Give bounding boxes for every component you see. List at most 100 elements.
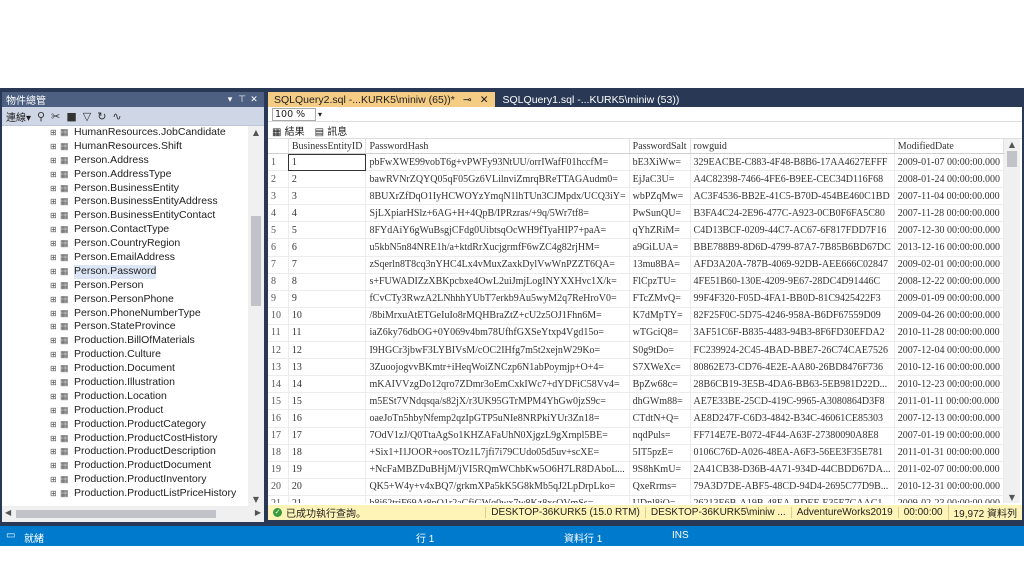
grid-cell[interactable]: +NcFaMBZDuBHjM/jVI5RQmWChbKw5O6H7LR8DAbo… — [365, 461, 630, 479]
pin-icon[interactable]: ⊤ — [236, 95, 248, 105]
expand-icon[interactable]: ⊞ — [50, 265, 60, 279]
expand-icon[interactable]: ⊞ — [50, 404, 60, 418]
disconnect-icon[interactable]: ✂ — [51, 110, 60, 123]
expand-icon[interactable]: ⊞ — [50, 459, 60, 473]
expand-icon[interactable]: ⊞ — [50, 376, 60, 390]
grid-cell[interactable]: 6 — [288, 238, 367, 257]
grid-cell[interactable]: oaeJoTn5hbyNfemp2qzIpGTP5uNIe8NRPkiYUr3Z… — [365, 409, 630, 428]
table-row[interactable]: 10 10/8biMrxuAtETGeIuIo8rMQHBraZtZ+cU2z5O… — [268, 307, 1004, 325]
grid-cell[interactable]: EjJaC3U= — [629, 170, 691, 189]
grid-cell[interactable]: 2007-12-30 00:00:00.000 — [894, 221, 1004, 240]
grid-cell[interactable]: CTdtN+Q= — [629, 409, 691, 428]
grid-cell[interactable]: 3AF51C6F-B835-4483-94B3-8F6FD30EFDA2 — [690, 324, 895, 343]
expand-icon[interactable]: ⊞ — [50, 195, 60, 209]
grid-cell[interactable]: 2007-11-28 00:00:00.000 — [894, 204, 1004, 223]
tree-item-table[interactable]: ⊞ ▦ Person.EmailAddress — [2, 251, 248, 265]
grid-cell[interactable]: 13mu8BA= — [629, 256, 691, 274]
pin-icon[interactable]: ⊸ — [463, 94, 472, 106]
activity-monitor-icon[interactable]: ∿ — [112, 110, 121, 123]
grid-cell[interactable]: 2009-04-26 00:00:00.000 — [894, 307, 1004, 325]
grid-cell[interactable]: UDnl8iQ= — [629, 495, 691, 503]
scroll-right-icon[interactable]: ▶ — [255, 508, 261, 517]
tree-item-table[interactable]: ⊞ ▦ Production.ProductDocument — [2, 459, 248, 473]
tab-results[interactable]: ▦ 結果 — [272, 123, 305, 138]
scroll-left-icon[interactable]: ◀ — [5, 508, 11, 517]
table-row[interactable]: 14 14 mKAIVVzgDo12qro7ZDmr3oEmCxkIWc7+dYDF… — [268, 375, 1004, 394]
grid-cell[interactable]: 2010-12-31 00:00:00.000 — [894, 478, 1004, 496]
grid-cell[interactable]: dhGWm88= — [629, 392, 691, 411]
grid-cell[interactable]: pbFwXWE99vobT6g+vPWFy93NtUU/orrIWafF01hc… — [365, 153, 630, 172]
close-icon[interactable]: ✕ — [248, 95, 260, 105]
grid-vertical-scrollbar[interactable]: ▲ ▼ — [1004, 139, 1020, 503]
tree-item-table[interactable]: ⊞ ▦ Person.StateProvince — [2, 320, 248, 334]
grid-cell[interactable]: 2007-01-19 00:00:00.000 — [894, 427, 1004, 445]
tree-item-table[interactable]: ⊞ ▦ Person.Address — [2, 154, 248, 168]
grid-cell[interactable]: S7XWeXc= — [629, 358, 691, 377]
expand-icon[interactable]: ⊞ — [50, 279, 60, 293]
grid-cell[interactable]: FlCpzTU= — [629, 273, 691, 291]
tree-item-table[interactable]: ⊞ ▦ Person.BusinessEntity — [2, 182, 248, 196]
grid-cell[interactable]: 8BUXrZfDqO1IyHCWOYzYmqN1lhTUn3CJMpdx/UCQ… — [365, 187, 630, 206]
column-header[interactable]: rowguid — [690, 139, 895, 154]
tree-item-table[interactable]: ⊞ ▦ Production.ProductListPriceHistory — [2, 487, 248, 501]
grid-cell[interactable]: 9S8hKmU= — [629, 461, 691, 479]
grid-cell[interactable]: 2009-01-07 00:00:00.000 — [894, 153, 1004, 172]
grid-cell[interactable]: QxeRrms= — [629, 478, 691, 496]
grid-cell[interactable]: fCvCTy3RwzA2LNhhhYUbT7erkb9Au5wyM2q7ReHr… — [365, 290, 630, 308]
expand-icon[interactable]: ⊞ — [50, 334, 60, 348]
table-row[interactable]: 7 7 zSqerln8T8cq3nYHC4Lx4vMuxZaxkDylVwWnPZ… — [268, 256, 1004, 274]
tree-item-table[interactable]: ⊞ ▦ Production.BillOfMaterials — [2, 334, 248, 348]
expand-icon[interactable]: ⊞ — [50, 293, 60, 307]
grid-cell[interactable]: 2 — [288, 170, 367, 189]
grid-cell[interactable]: FC239924-2C45-4BAD-BBE7-26C74CAE7526 — [690, 341, 895, 360]
grid-cell[interactable]: 21 — [288, 495, 367, 503]
grid-cell[interactable]: 7 — [288, 256, 367, 274]
grid-cell[interactable]: a9GiLUA= — [629, 238, 691, 257]
grid-cell[interactable]: S0g9tDo= — [629, 341, 691, 360]
grid-cell[interactable]: 10 — [288, 307, 367, 325]
grid-cell[interactable]: 80862E73-CD76-4E2E-AA80-26BD8476F736 — [690, 358, 895, 377]
grid-cell[interactable]: 2013-12-16 00:00:00.000 — [894, 238, 1004, 257]
dropdown-icon[interactable]: ▾ — [224, 95, 236, 105]
table-row[interactable]: 5 5 8FYdAiY6gWuBsgjCFdg0UibtsqOcWH9fTyaHIP… — [268, 221, 1004, 240]
grid-cell[interactable]: 15 — [288, 392, 367, 411]
expand-icon[interactable]: ⊞ — [50, 182, 60, 196]
zoom-select[interactable]: 100 % — [272, 107, 316, 121]
connect-button[interactable]: 連線▾ — [6, 109, 31, 124]
grid-cell[interactable]: 9 — [288, 290, 367, 308]
grid-cell[interactable]: K7dMpTY= — [629, 307, 691, 325]
grid-cell[interactable]: bE3XiWw= — [629, 153, 691, 172]
tree-item-table[interactable]: ⊞ ▦ Person.BusinessEntityAddress — [2, 195, 248, 209]
expand-icon[interactable]: ⊞ — [50, 168, 60, 182]
grid-cell[interactable]: 1 — [288, 153, 367, 172]
grid-cell[interactable]: AFD3A20A-787B-4069-92DB-AEE666C02847 — [690, 256, 895, 274]
tree-item-table[interactable]: ⊞ ▦ Production.ProductDescription — [2, 445, 248, 459]
grid-cell[interactable]: 2009-01-09 00:00:00.000 — [894, 290, 1004, 308]
tree-item-table[interactable]: ⊞ ▦ Person.PhoneNumberType — [2, 307, 248, 321]
tree-item-table[interactable]: ⊞ ▦ Person.CountryRegion — [2, 237, 248, 251]
table-row[interactable]: 4 4 SjLXpiarHSlz+6AG+H+4QpB/IPRzras/+9q/5W… — [268, 204, 1004, 223]
expand-icon[interactable]: ⊞ — [50, 237, 60, 251]
expand-icon[interactable]: ⊞ — [50, 209, 60, 223]
grid-cell[interactable]: BBE788B9-8D6D-4799-87A7-7B85B6BD67DC — [690, 238, 895, 257]
column-header[interactable]: PasswordSalt — [629, 139, 691, 154]
grid-cell[interactable]: 2008-12-22 00:00:00.000 — [894, 273, 1004, 291]
connect-plug-icon[interactable]: ⚲ — [37, 110, 45, 123]
table-row[interactable]: 9 9 fCvCTy3RwzA2LNhhhYUbT7erkb9Au5wyM2q7Re… — [268, 290, 1004, 308]
grid-cell[interactable]: AE8D247F-C6D3-4842-B34C-46061CE85303 — [690, 409, 895, 428]
grid-cell[interactable]: 2007-12-04 00:00:00.000 — [894, 341, 1004, 360]
grid-cell[interactable]: 2007-12-13 00:00:00.000 — [894, 409, 1004, 428]
grid-cell[interactable]: C4D13BCF-0209-44C7-AC67-6F817FDD7F16 — [690, 221, 895, 240]
expand-icon[interactable]: ⊞ — [50, 140, 60, 154]
grid-cell[interactable]: zSqerln8T8cq3nYHC4Lx4vMuxZaxkDylVwWnPZZT… — [365, 256, 630, 274]
grid-cell[interactable]: 5 — [288, 221, 367, 240]
expand-icon[interactable]: ⊞ — [50, 487, 60, 501]
grid-cell[interactable]: iaZ6ky76dbOG+0Y069v4bm78UfhfGXSeYtxp4Vgd… — [365, 324, 630, 343]
table-row[interactable]: 13 13 3ZuoojogvvBKmtr+iHeqWoiZNCzp6N1abPoy… — [268, 358, 1004, 377]
column-header[interactable]: BusinessEntityID — [288, 139, 367, 154]
grid-cell[interactable]: 2011-01-11 00:00:00.000 — [894, 392, 1004, 411]
table-row[interactable]: 12 12 I9HGCr3jbwF3LYBIVsM/cOC2IHfg7m5t2xej… — [268, 341, 1004, 360]
expand-icon[interactable]: ⊞ — [50, 251, 60, 265]
tree-item-table[interactable]: ⊞ ▦ Production.Document — [2, 362, 248, 376]
grid-cell[interactable]: I9HGCr3jbwF3LYBIVsM/cOC2IHfg7m5t2xejnW29… — [365, 341, 630, 360]
